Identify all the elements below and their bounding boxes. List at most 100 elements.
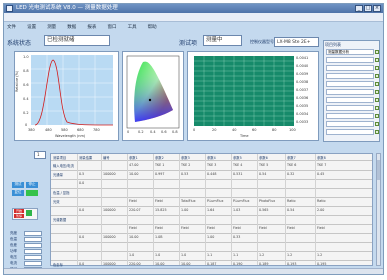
table-cell[interactable]: Field (155, 226, 163, 230)
table-cell[interactable]: 0.45 (317, 172, 324, 176)
table-cell[interactable]: 1.2 (287, 253, 292, 257)
table-cell[interactable]: 光效 (53, 199, 60, 204)
table-cell[interactable]: 0.54 (259, 172, 266, 176)
status-value-field[interactable] (24, 255, 42, 260)
item-list-row[interactable] (326, 73, 374, 79)
table-cell[interactable]: Field (181, 226, 189, 230)
table-cell[interactable]: TotalFlux (181, 199, 196, 203)
table-cell[interactable]: 0.0 (79, 235, 84, 239)
table-cell[interactable]: 47.00 (129, 163, 138, 167)
table-cell[interactable]: Field (207, 226, 215, 230)
table-cell[interactable]: 10.00 (155, 262, 164, 266)
table-cell[interactable]: Field (287, 226, 295, 230)
table-cell[interactable]: TKE 6 (287, 163, 296, 167)
table-cell[interactable]: Ratio (317, 199, 325, 203)
menu-item-file[interactable]: 文件 (7, 24, 16, 32)
item-list-checkbox[interactable] (375, 114, 379, 118)
item-list-checkbox[interactable] (375, 130, 379, 134)
table-cell[interactable]: 1.0 (155, 253, 160, 257)
table-cell[interactable]: 0.0 (79, 262, 84, 266)
table-cell[interactable]: 色温 / 显指 (53, 190, 69, 195)
window-horizontal-scrollbar[interactable] (4, 268, 383, 274)
item-list-row[interactable] (326, 129, 374, 135)
close-button[interactable]: × (373, 5, 381, 12)
table-cell[interactable]: 1.00 (207, 235, 214, 239)
table-cell[interactable]: TKE 1 (155, 163, 164, 167)
table-row[interactable] (51, 251, 372, 252)
stop-button[interactable]: 停止 (26, 182, 38, 188)
table-scrollbar-thumb[interactable] (377, 160, 380, 180)
item-list-checkbox[interactable] (375, 90, 379, 94)
table-cell[interactable]: 15.825 (155, 208, 167, 212)
table-cell[interactable]: 0.531 (233, 172, 242, 176)
menu-item-report[interactable]: 报表 (87, 24, 96, 32)
table-cell[interactable]: 0.53 (181, 172, 188, 176)
item-list-row[interactable]: 测量数据分析 (326, 49, 374, 55)
table-cell[interactable]: 0.5 (79, 172, 84, 176)
table-cell[interactable]: 光谱数据 (53, 217, 66, 222)
table-row[interactable] (51, 242, 372, 243)
item-list-checkbox[interactable] (375, 98, 379, 102)
table-cell[interactable]: 10.00 (129, 172, 138, 176)
table-cell[interactable]: 0.189 (259, 262, 268, 266)
item-list-row[interactable] (326, 81, 374, 87)
menu-item-measure[interactable]: 测量 (47, 24, 56, 32)
table-cell[interactable]: 1.0 (181, 253, 186, 257)
table-cell[interactable]: 100000 (103, 208, 116, 212)
table-row[interactable] (51, 233, 372, 234)
status-value-field[interactable] (24, 237, 42, 242)
meter-field[interactable]: LX-M8 Ste 2E+ (274, 37, 319, 47)
maximize-button[interactable]: □ (364, 5, 372, 12)
table-row[interactable] (51, 215, 372, 216)
table-cell[interactable]: TKE 3 (207, 163, 216, 167)
table-cell[interactable]: 0.195 (317, 262, 326, 266)
table-cell[interactable]: 220.07 (129, 208, 141, 212)
item-list-row[interactable] (326, 65, 374, 71)
item-list-checkbox[interactable] (375, 74, 379, 78)
table-cell[interactable]: 0.448 (207, 172, 216, 176)
table-cell[interactable]: 10.00 (181, 262, 190, 266)
menu-item-settings[interactable]: 设置 (27, 24, 36, 32)
start-button[interactable]: 开始 (14, 209, 24, 213)
menu-item-data[interactable]: 数据 (67, 24, 76, 32)
item-list-checkbox[interactable] (375, 106, 379, 110)
table-cell[interactable]: 色坐标 (53, 262, 63, 267)
table-row[interactable] (51, 260, 372, 261)
item-list-row[interactable] (326, 97, 374, 103)
table-cell[interactable]: 0.187 (207, 262, 216, 266)
table-cell[interactable]: 1.2 (317, 253, 322, 257)
item-list-checkbox[interactable] (375, 50, 379, 54)
table-row[interactable] (51, 224, 372, 225)
status-value-field[interactable] (24, 231, 42, 236)
table-cell[interactable]: 100000 (103, 235, 116, 239)
page-number-field[interactable]: 1 (34, 151, 46, 159)
menu-item-tools[interactable]: 工具 (128, 24, 137, 32)
table-cell[interactable]: 1.2 (259, 253, 264, 257)
table-cell[interactable]: 0.54 (287, 208, 294, 212)
pause-button[interactable]: 暂停 (14, 214, 24, 218)
table-cell[interactable]: 100000 (103, 262, 116, 266)
table-cell[interactable]: 0.190 (233, 262, 242, 266)
table-cell[interactable]: TKE 2 (181, 163, 190, 167)
table-cell[interactable]: 1.1 (233, 253, 238, 257)
table-cell[interactable]: PhotoFlux (259, 199, 275, 203)
item-list-row[interactable] (326, 121, 374, 127)
status-value-field[interactable] (24, 261, 42, 266)
table-cell[interactable]: Field (233, 226, 241, 230)
table-row[interactable] (51, 197, 372, 198)
table-cell[interactable]: 1.1 (207, 253, 212, 257)
table-cell[interactable]: 输入电压/电流 (53, 163, 74, 168)
item-list-row[interactable] (326, 89, 374, 95)
table-cell[interactable]: 220.00 (129, 262, 141, 266)
test-button[interactable]: 测试 (12, 182, 24, 188)
item-list-checkbox[interactable] (375, 58, 379, 62)
table-row[interactable] (51, 206, 372, 207)
table-cell[interactable]: 光通量 (53, 172, 63, 177)
table-cell[interactable]: 0.0 (79, 208, 84, 212)
table-cell[interactable]: 0.193 (287, 262, 296, 266)
system-status-field[interactable]: 已检测就绪 (44, 35, 110, 46)
table-row[interactable] (51, 179, 372, 180)
table-cell[interactable]: TKE 4 (233, 163, 242, 167)
table-row[interactable] (51, 170, 372, 171)
table-cell[interactable]: 1.64 (207, 208, 214, 212)
